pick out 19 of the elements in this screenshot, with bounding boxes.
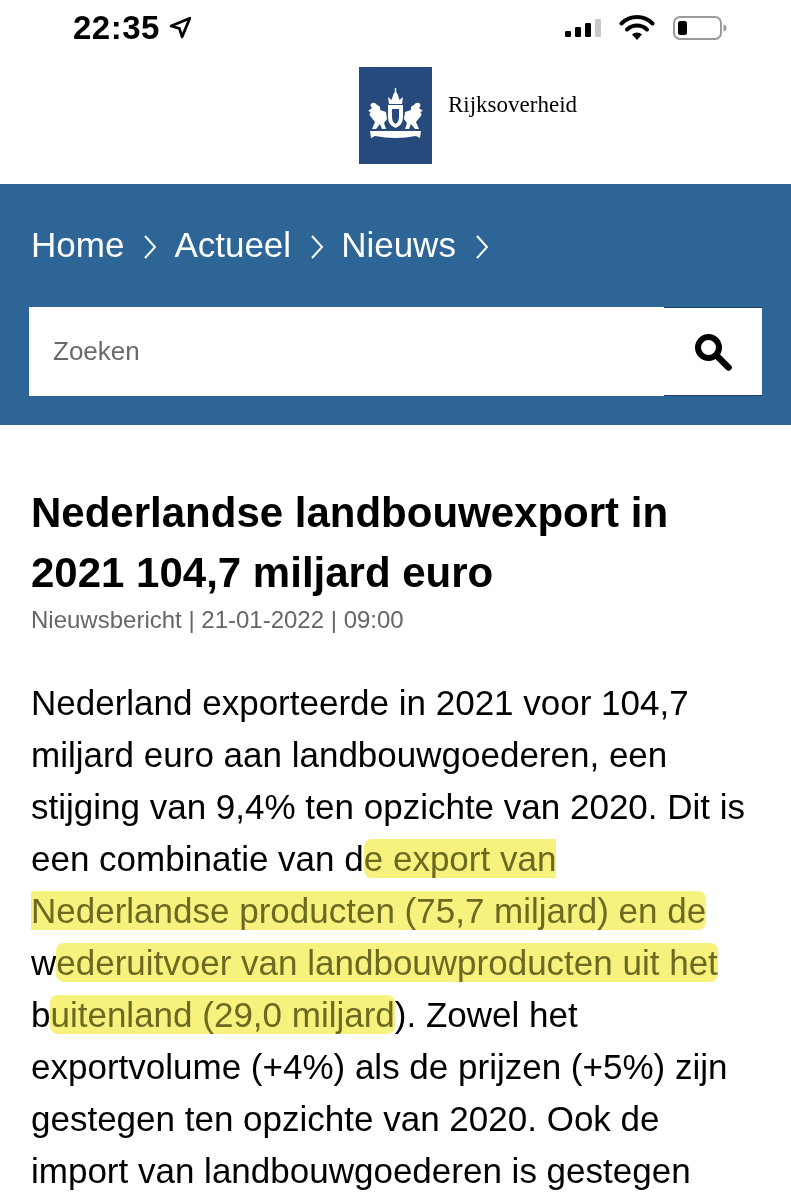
battery-icon (673, 15, 727, 40)
coat-of-arms-icon (359, 67, 432, 164)
article-meta: Nieuwsbericht | 21-01-2022 | 09:00 (31, 605, 405, 635)
search-button[interactable] (664, 307, 762, 396)
search-icon (694, 332, 732, 371)
breadcrumb-link[interactable]: Home (31, 223, 125, 267)
location-arrow-icon (167, 15, 193, 40)
search-field[interactable]: Zoeken (29, 307, 664, 396)
article-title: Nederlandse landbouwexport in 2021 104,7 miljard euro (31, 488, 670, 598)
breadcrumb-link[interactable]: Nieuws (341, 223, 456, 267)
chevron-right-icon (310, 234, 325, 260)
chevron-right-icon (474, 234, 489, 260)
logo-text: Rijksoverheid (448, 91, 578, 119)
signal-icon (565, 18, 601, 37)
article-paragraph: Nederland exporteerde in 2021 voor 104,7 miljard euro aan landbouwgoederen, een stijging van 9,4% ten opzichte van 2020. Dit is een combinatie van de export van Nederlandse producten (75,7 miljard) en de wederuitvoer van landbouwproducten uit het buitenland (29,0 miljard). Zowel het exportvolume (+4%) als de prijzen (+5%) zijn gestegen ten opzichte van 2020. Ook de import van landbouwgoederen is gestegen (31, 682, 747, 1192)
status-time: 22:35 (73, 7, 160, 48)
breadcrumb-link[interactable]: Actueel (174, 223, 292, 267)
wifi-icon (619, 14, 655, 41)
chevron-right-icon (143, 234, 158, 260)
